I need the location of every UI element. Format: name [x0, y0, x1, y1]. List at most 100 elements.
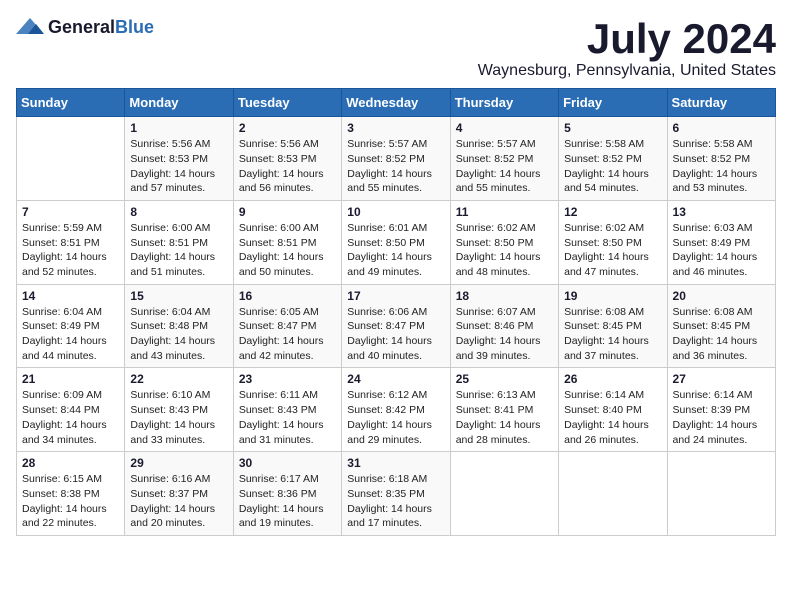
calendar-cell	[559, 452, 667, 536]
calendar-cell: 26Sunrise: 6:14 AMSunset: 8:40 PMDayligh…	[559, 368, 667, 452]
day-info: Sunrise: 6:05 AMSunset: 8:47 PMDaylight:…	[239, 305, 336, 364]
day-number: 31	[347, 456, 444, 470]
day-info: Sunrise: 5:57 AMSunset: 8:52 PMDaylight:…	[456, 137, 553, 196]
logo-blue: Blue	[115, 17, 154, 37]
calendar-cell: 24 Sunrise: 6:12 AMSunset: 8:42 PMDayligh…	[342, 368, 450, 452]
day-number: 22	[130, 372, 227, 386]
day-info: Sunrise: 6:08 AMSunset: 8:45 PMDaylight:…	[673, 305, 770, 364]
day-number: 26	[564, 372, 661, 386]
calendar-cell: 4Sunrise: 5:57 AMSunset: 8:52 PMDaylight…	[450, 117, 558, 201]
calendar-week-row: 1 Sunrise: 5:56 AMSunset: 8:53 PMDaylight…	[17, 117, 776, 201]
day-info: Sunrise: 5:56 AMSunset: 8:53 PMDaylight:…	[130, 137, 227, 196]
day-info: Sunrise: 6:09 AMSunset: 8:44 PMDaylight:…	[22, 388, 119, 447]
calendar-week-row: 14 Sunrise: 6:04 AMSunset: 8:49 PMDayligh…	[17, 284, 776, 368]
day-info: Sunrise: 6:11 AMSunset: 8:43 PMDaylight:…	[239, 388, 336, 447]
day-info: Sunrise: 5:58 AMSunset: 8:52 PMDaylight:…	[673, 137, 770, 196]
day-info: Sunrise: 5:59 AMSunset: 8:51 PMDaylight:…	[22, 221, 119, 280]
title-block: July 2024 Waynesburg, Pennsylvania, Unit…	[478, 16, 776, 80]
logo-general: General	[48, 17, 115, 37]
day-info: Sunrise: 6:07 AMSunset: 8:46 PMDaylight:…	[456, 305, 553, 364]
calendar-cell	[450, 452, 558, 536]
day-number: 21	[22, 372, 119, 386]
day-of-week-header: Sunday	[17, 89, 125, 117]
calendar-cell: 15 Sunrise: 6:04 AMSunset: 8:48 PMDayligh…	[125, 284, 233, 368]
calendar-cell: 9 Sunrise: 6:00 AMSunset: 8:51 PMDaylight…	[233, 200, 341, 284]
calendar-cell: 30Sunrise: 6:17 AMSunset: 8:36 PMDayligh…	[233, 452, 341, 536]
day-info: Sunrise: 6:13 AMSunset: 8:41 PMDaylight:…	[456, 388, 553, 447]
calendar-cell: 3 Sunrise: 5:57 AMSunset: 8:52 PMDaylight…	[342, 117, 450, 201]
day-number: 27	[673, 372, 770, 386]
day-info: Sunrise: 6:04 AMSunset: 8:48 PMDaylight:…	[130, 305, 227, 364]
calendar-cell: 20 Sunrise: 6:08 AMSunset: 8:45 PMDayligh…	[667, 284, 775, 368]
day-number: 7	[22, 205, 119, 219]
day-number: 2	[239, 121, 336, 135]
day-number: 19	[564, 289, 661, 303]
calendar-cell: 12Sunrise: 6:02 AMSunset: 8:50 PMDayligh…	[559, 200, 667, 284]
calendar-cell	[17, 117, 125, 201]
logo-icon	[16, 16, 44, 38]
day-number: 1	[130, 121, 227, 135]
calendar-cell: 28Sunrise: 6:15 AMSunset: 8:38 PMDayligh…	[17, 452, 125, 536]
day-info: Sunrise: 5:58 AMSunset: 8:52 PMDaylight:…	[564, 137, 661, 196]
calendar-cell: 8 Sunrise: 6:00 AMSunset: 8:51 PMDaylight…	[125, 200, 233, 284]
subtitle: Waynesburg, Pennsylvania, United States	[478, 62, 776, 80]
day-number: 29	[130, 456, 227, 470]
day-number: 8	[130, 205, 227, 219]
calendar-week-row: 21 Sunrise: 6:09 AMSunset: 8:44 PMDayligh…	[17, 368, 776, 452]
calendar-cell: 2 Sunrise: 5:56 AMSunset: 8:53 PMDaylight…	[233, 117, 341, 201]
day-number: 28	[22, 456, 119, 470]
day-info: Sunrise: 6:12 AMSunset: 8:42 PMDaylight:…	[347, 388, 444, 447]
day-number: 14	[22, 289, 119, 303]
day-number: 3	[347, 121, 444, 135]
day-number: 15	[130, 289, 227, 303]
calendar-cell: 25 Sunrise: 6:13 AMSunset: 8:41 PMDayligh…	[450, 368, 558, 452]
day-number: 13	[673, 205, 770, 219]
day-number: 18	[456, 289, 553, 303]
day-info: Sunrise: 6:01 AMSunset: 8:50 PMDaylight:…	[347, 221, 444, 280]
day-of-week-header: Friday	[559, 89, 667, 117]
calendar-cell: 5Sunrise: 5:58 AMSunset: 8:52 PMDaylight…	[559, 117, 667, 201]
main-title: July 2024	[478, 16, 776, 62]
day-info: Sunrise: 6:04 AMSunset: 8:49 PMDaylight:…	[22, 305, 119, 364]
calendar-cell: 7 Sunrise: 5:59 AMSunset: 8:51 PMDaylight…	[17, 200, 125, 284]
day-of-week-header: Wednesday	[342, 89, 450, 117]
day-number: 20	[673, 289, 770, 303]
day-info: Sunrise: 6:00 AMSunset: 8:51 PMDaylight:…	[239, 221, 336, 280]
day-number: 17	[347, 289, 444, 303]
calendar-cell: 14 Sunrise: 6:04 AMSunset: 8:49 PMDayligh…	[17, 284, 125, 368]
calendar-cell: 23 Sunrise: 6:11 AMSunset: 8:43 PMDayligh…	[233, 368, 341, 452]
calendar-cell: 1 Sunrise: 5:56 AMSunset: 8:53 PMDaylight…	[125, 117, 233, 201]
calendar-cell	[667, 452, 775, 536]
day-info: Sunrise: 6:03 AMSunset: 8:49 PMDaylight:…	[673, 221, 770, 280]
calendar-cell: 31Sunrise: 6:18 AMSunset: 8:35 PMDayligh…	[342, 452, 450, 536]
day-number: 23	[239, 372, 336, 386]
day-number: 16	[239, 289, 336, 303]
calendar-cell: 19Sunrise: 6:08 AMSunset: 8:45 PMDayligh…	[559, 284, 667, 368]
day-number: 25	[456, 372, 553, 386]
day-info: Sunrise: 6:00 AMSunset: 8:51 PMDaylight:…	[130, 221, 227, 280]
calendar-cell: 22 Sunrise: 6:10 AMSunset: 8:43 PMDayligh…	[125, 368, 233, 452]
day-number: 10	[347, 205, 444, 219]
day-number: 11	[456, 205, 553, 219]
day-info: Sunrise: 5:56 AMSunset: 8:53 PMDaylight:…	[239, 137, 336, 196]
day-number: 24	[347, 372, 444, 386]
calendar-cell: 6 Sunrise: 5:58 AMSunset: 8:52 PMDaylight…	[667, 117, 775, 201]
day-info: Sunrise: 6:16 AMSunset: 8:37 PMDaylight:…	[130, 472, 227, 531]
day-info: Sunrise: 6:02 AMSunset: 8:50 PMDaylight:…	[456, 221, 553, 280]
calendar-cell: 27Sunrise: 6:14 AMSunset: 8:39 PMDayligh…	[667, 368, 775, 452]
day-info: Sunrise: 6:02 AMSunset: 8:50 PMDaylight:…	[564, 221, 661, 280]
calendar-cell: 13 Sunrise: 6:03 AMSunset: 8:49 PMDayligh…	[667, 200, 775, 284]
calendar-cell: 29 Sunrise: 6:16 AMSunset: 8:37 PMDayligh…	[125, 452, 233, 536]
calendar-cell: 18 Sunrise: 6:07 AMSunset: 8:46 PMDayligh…	[450, 284, 558, 368]
day-info: Sunrise: 6:10 AMSunset: 8:43 PMDaylight:…	[130, 388, 227, 447]
day-of-week-header: Tuesday	[233, 89, 341, 117]
calendar-cell: 17Sunrise: 6:06 AMSunset: 8:47 PMDayligh…	[342, 284, 450, 368]
page-header: GeneralBlue July 2024 Waynesburg, Pennsy…	[16, 16, 776, 80]
calendar-cell: 16 Sunrise: 6:05 AMSunset: 8:47 PMDayligh…	[233, 284, 341, 368]
calendar-week-row: 28Sunrise: 6:15 AMSunset: 8:38 PMDayligh…	[17, 452, 776, 536]
day-of-week-header: Monday	[125, 89, 233, 117]
day-number: 6	[673, 121, 770, 135]
day-number: 9	[239, 205, 336, 219]
day-info: Sunrise: 5:57 AMSunset: 8:52 PMDaylight:…	[347, 137, 444, 196]
day-info: Sunrise: 6:17 AMSunset: 8:36 PMDaylight:…	[239, 472, 336, 531]
